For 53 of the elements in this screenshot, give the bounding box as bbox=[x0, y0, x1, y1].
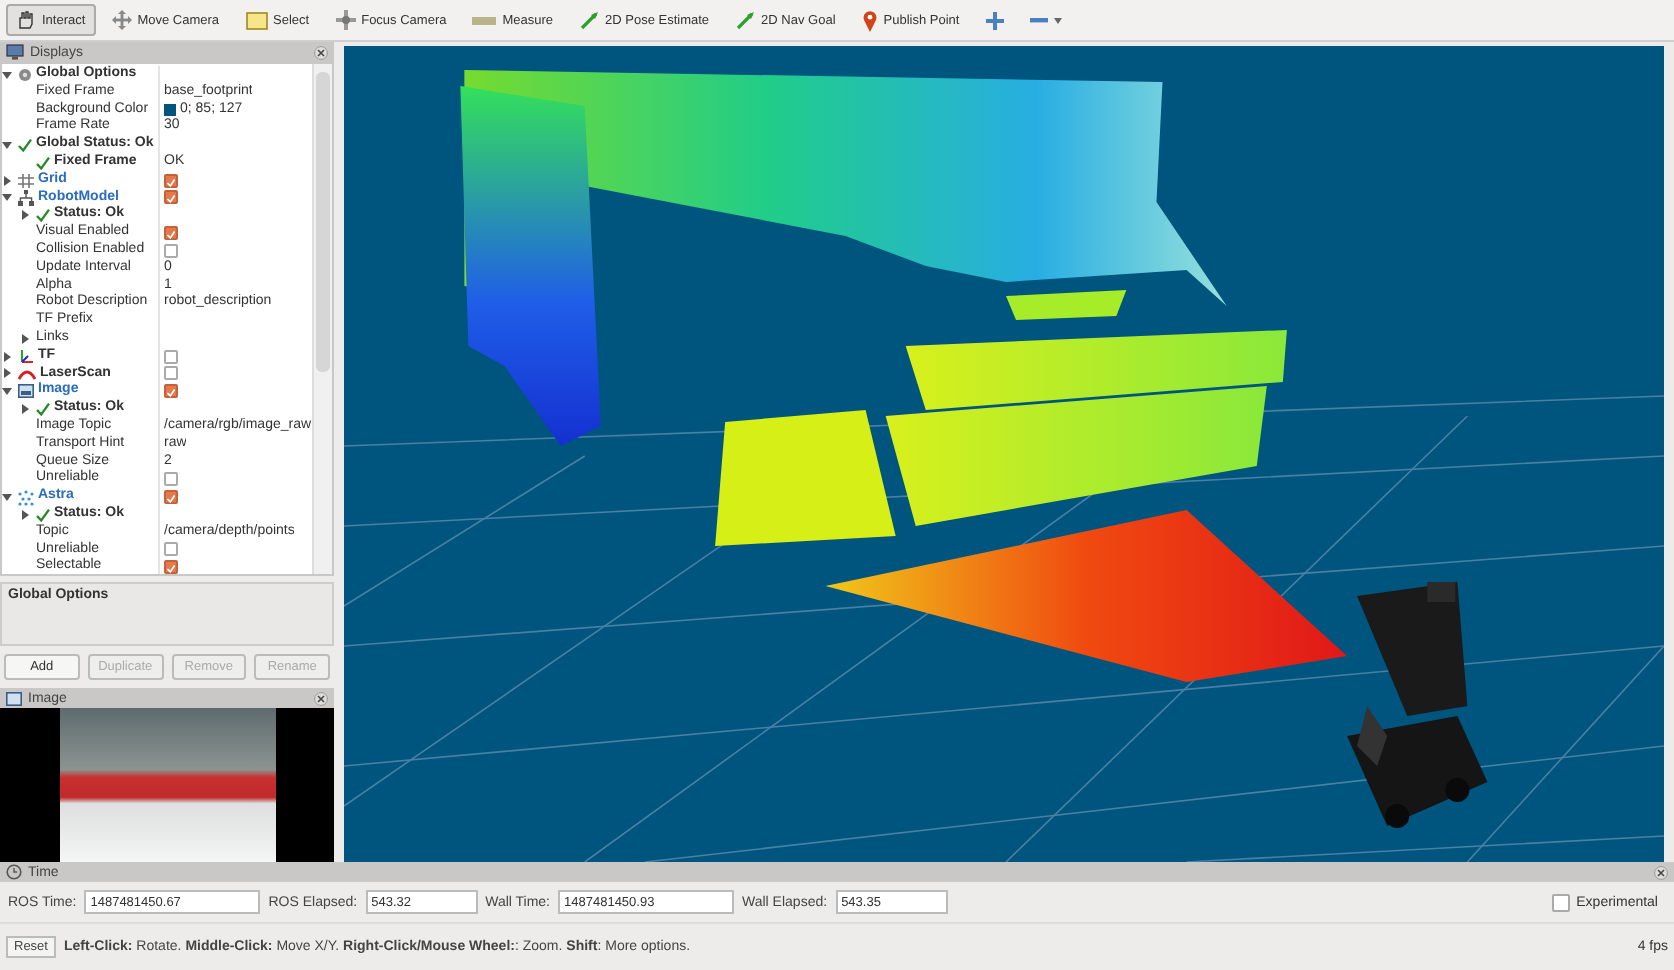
expand-arrow-icon[interactable] bbox=[20, 333, 30, 344]
ruler-icon bbox=[472, 15, 497, 25]
grid-icon bbox=[18, 173, 34, 188]
color-swatch[interactable] bbox=[164, 103, 176, 116]
plus-icon bbox=[985, 11, 1004, 29]
axes-icon bbox=[18, 348, 34, 365]
laser-arc-icon bbox=[18, 367, 36, 380]
expand-arrow-icon[interactable] bbox=[2, 351, 12, 362]
checkbox[interactable] bbox=[164, 366, 178, 381]
checkbox[interactable] bbox=[164, 190, 178, 205]
expand-arrow-icon[interactable] bbox=[2, 192, 12, 203]
minus-icon bbox=[1029, 16, 1048, 24]
arrow-icon bbox=[579, 10, 600, 30]
close-icon[interactable] bbox=[314, 45, 328, 59]
expand-arrow-icon[interactable] bbox=[2, 140, 12, 151]
expand-arrow-icon[interactable] bbox=[2, 386, 12, 397]
move-arrows-icon bbox=[111, 10, 132, 30]
checkbox[interactable] bbox=[164, 243, 178, 258]
checkbox[interactable] bbox=[164, 490, 178, 505]
checkbox[interactable] bbox=[164, 472, 178, 487]
checkbox[interactable] bbox=[164, 226, 178, 241]
expand-arrow-icon[interactable] bbox=[20, 210, 30, 221]
caret-icon bbox=[1053, 17, 1062, 23]
checkbox[interactable] bbox=[1552, 893, 1571, 911]
map-pin-icon bbox=[861, 9, 878, 31]
close-icon[interactable] bbox=[1654, 865, 1668, 879]
hand-icon bbox=[16, 10, 36, 30]
image-icon bbox=[6, 691, 22, 705]
expand-arrow-icon[interactable] bbox=[2, 492, 12, 503]
checkmark-icon bbox=[36, 507, 50, 522]
crosshair-icon bbox=[335, 10, 356, 30]
expand-arrow-icon[interactable] bbox=[20, 404, 30, 415]
checkmark-icon bbox=[36, 208, 50, 223]
expand-arrow-icon[interactable] bbox=[20, 509, 30, 520]
monitor-icon bbox=[6, 44, 24, 60]
selection-rectangle-icon bbox=[245, 11, 268, 29]
checkbox[interactable] bbox=[164, 542, 178, 557]
scrollbar[interactable] bbox=[312, 64, 332, 574]
close-icon[interactable] bbox=[314, 691, 328, 705]
expand-arrow-icon[interactable] bbox=[2, 69, 12, 80]
checkbox[interactable] bbox=[164, 173, 178, 188]
expand-arrow-icon[interactable] bbox=[2, 368, 12, 379]
arrow-icon bbox=[735, 10, 756, 30]
checkbox[interactable] bbox=[164, 384, 178, 399]
expand-arrow-icon[interactable] bbox=[2, 175, 12, 186]
clock-icon bbox=[6, 864, 22, 880]
checkbox[interactable] bbox=[164, 349, 178, 364]
checkbox[interactable] bbox=[164, 560, 178, 574]
tree-diagram-icon bbox=[18, 189, 34, 206]
gear-icon bbox=[18, 67, 32, 82]
image-icon bbox=[18, 384, 34, 399]
checkmark-icon bbox=[36, 402, 50, 417]
point-cloud-icon bbox=[18, 489, 34, 506]
